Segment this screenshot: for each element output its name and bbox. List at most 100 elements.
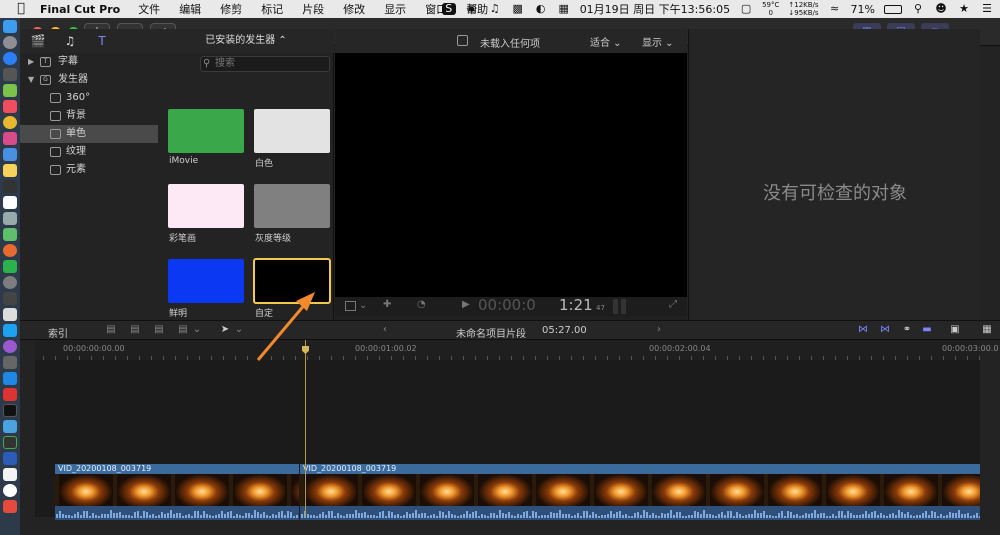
android-icon[interactable] [3,84,17,97]
viewer-canvas[interactable] [335,53,687,297]
generator-thumb-custom[interactable] [253,258,331,304]
stop-icon[interactable] [3,388,17,401]
launchpad-icon[interactable] [3,36,17,49]
fullscreen-icon[interactable]: ⤢ [669,299,677,310]
select-tool-icon[interactable]: ➤ [218,324,232,336]
ball-icon[interactable] [3,244,17,257]
photos-icon[interactable] [3,132,17,145]
libraries-icon[interactable]: 🎬 [30,33,46,49]
battery-icon[interactable] [884,4,902,14]
menu-trim[interactable]: 修剪 [220,1,242,17]
audio-waveform-1[interactable] [55,506,299,520]
play-icon[interactable]: ▶ [462,299,470,310]
notification-icon[interactable]: ☰ [980,3,994,15]
monitor-icon[interactable] [3,436,17,449]
text-icon[interactable] [3,308,17,321]
menu-view[interactable]: 显示 [384,1,406,17]
crop-icon[interactable] [345,301,356,311]
audio-waveform-2[interactable] [300,506,980,520]
overwrite-clip-icon[interactable]: ▤ [176,324,190,336]
star-icon[interactable]: ★ [957,3,971,15]
notes-icon[interactable] [3,164,17,177]
menu-modify[interactable]: 修改 [343,1,365,17]
photos-audio-icon[interactable]: ♫ [62,33,78,49]
titles-generators-icon[interactable]: T [94,33,110,49]
connect-clip-icon[interactable]: ▤ [104,324,118,336]
speed-icon[interactable]: ◔ [417,299,426,310]
music-icon[interactable]: ♫ [488,3,502,15]
disclosure-down-icon[interactable]: ▼ [28,71,34,89]
generator-thumb-white[interactable] [254,109,330,153]
clip-title[interactable]: VID_20200108_003719 [55,464,299,474]
datetime[interactable]: 01月19日 周日 下午13:56:05 [580,1,730,17]
clip-appearance-icon[interactable]: ▣ [948,324,962,336]
white-app-icon[interactable] [3,468,17,481]
generator-thumb-vivid[interactable] [168,259,244,303]
forward-icon[interactable]: › [652,324,666,336]
menu-mark[interactable]: 标记 [261,1,283,17]
skimming-icon[interactable]: ⋈ [856,324,870,336]
mail-icon[interactable] [3,148,17,161]
transform-icon[interactable]: ✚ [383,299,391,310]
sidebar-item-titles[interactable]: ▶ T 字幕 [20,53,178,71]
fit-dropdown[interactable]: 适合 ⌄ [590,34,622,49]
gauge-icon[interactable]: ◐ [534,3,548,15]
cpu-monitor[interactable]: 59°C 0 [762,1,779,17]
battery-percent[interactable]: 71% [851,3,875,16]
video-clip-2[interactable] [300,474,980,506]
sidebar-item-backgrounds[interactable]: 背景 [20,107,178,125]
chrome-icon[interactable] [3,116,17,129]
preview-icon[interactable] [3,212,17,225]
sidebar-item-generators[interactable]: ▼ G 发生器 [20,71,178,89]
settings-icon[interactable] [3,276,17,289]
window-icon[interactable]: ▢ [739,3,753,15]
yandex-icon[interactable] [3,484,17,497]
back-icon[interactable]: ‹ [378,324,392,336]
camera-icon[interactable] [3,292,17,305]
rocket-icon[interactable] [3,68,17,81]
disclosure-right-icon[interactable]: ▶ [28,53,34,71]
wifi-icon[interactable]: ≈ [828,3,842,15]
headphones-icon[interactable]: ⚭ [900,324,914,336]
app-name-menu[interactable]: Final Cut Pro [40,3,120,16]
music-app-icon[interactable] [3,100,17,113]
menu-file[interactable]: 文件 [138,1,160,17]
menu-clip[interactable]: 片段 [302,1,324,17]
folder-icon[interactable] [3,420,17,433]
insert-clip-icon[interactable]: ▤ [128,324,142,336]
calendar-dock-icon[interactable] [3,196,17,209]
effects-browser-icon[interactable]: ▦ [980,324,994,336]
spotlight-icon[interactable]: ⚲ [911,3,925,15]
sound-icon[interactable] [3,356,17,369]
message-icon[interactable]: ▩ [511,3,525,15]
maps-icon[interactable] [3,228,17,241]
podcast-icon[interactable] [3,340,17,353]
safari-icon[interactable] [3,52,17,65]
menu-edit[interactable]: 编辑 [179,1,201,17]
generator-thumb-pastels[interactable] [168,184,244,228]
snapping-icon[interactable]: ▬ [920,324,934,336]
clip-title[interactable]: VID_20200108_003719 [300,464,980,474]
generator-source-dropdown[interactable]: 已安装的发生器 ⌃ [158,29,334,53]
s-app-icon[interactable]: S [441,3,456,15]
append-clip-icon[interactable]: ▤ [152,324,166,336]
sidebar-item-360[interactable]: 360° [20,89,178,107]
display-dropdown[interactable]: 显示 ⌄ [642,34,674,49]
timeline-area[interactable]: VID_20200108_003719 VID_20200108_003719 [35,360,980,520]
finder-icon[interactable] [3,20,17,33]
generator-thumb-grayscale[interactable] [254,184,330,228]
video-clip-1[interactable] [55,474,299,506]
vpn-icon[interactable] [3,452,17,465]
finalcut-icon[interactable] [3,180,17,193]
chevron-down-icon[interactable]: ⌄ [232,324,246,336]
sidebar-item-textures[interactable]: 纹理 [20,143,178,161]
chevron-down-icon[interactable]: ⌄ [190,324,204,336]
globe-icon[interactable]: ◉ [465,3,479,15]
sidebar-item-solids[interactable]: 单色 [20,125,178,143]
apple-icon[interactable]:  [14,2,28,16]
audio-skimming-icon[interactable]: ⋈ [878,324,892,336]
calendar-icon[interactable]: ▦ [557,3,571,15]
search-input[interactable]: ⚲ 搜索 [200,56,330,72]
timeline-ruler[interactable]: 00:00:00:00.00 00:00:01:00.02 00:00:02:0… [35,340,998,360]
wechat-icon[interactable] [3,260,17,273]
